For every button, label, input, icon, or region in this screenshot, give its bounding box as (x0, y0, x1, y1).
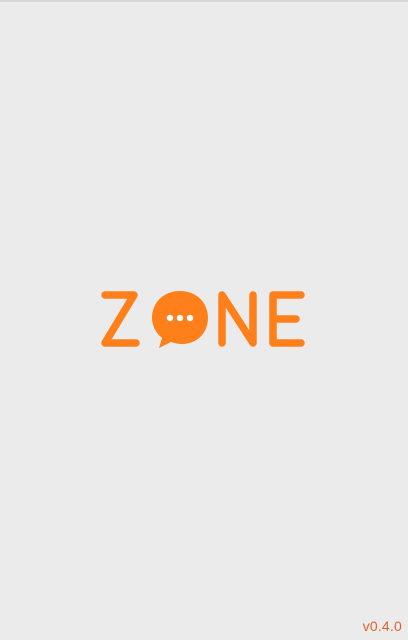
logo-letter-n (218, 291, 257, 347)
logo-letter-e (269, 291, 305, 347)
splash-screen: v0.4.0 (0, 0, 408, 640)
zone-logo-graphic (101, 291, 305, 348)
chat-bubble-icon (152, 291, 208, 348)
zone-logo (96, 285, 312, 353)
version-label: v0.4.0 (362, 618, 402, 634)
status-bar-edge (0, 0, 408, 2)
logo-letter-z (101, 291, 140, 347)
